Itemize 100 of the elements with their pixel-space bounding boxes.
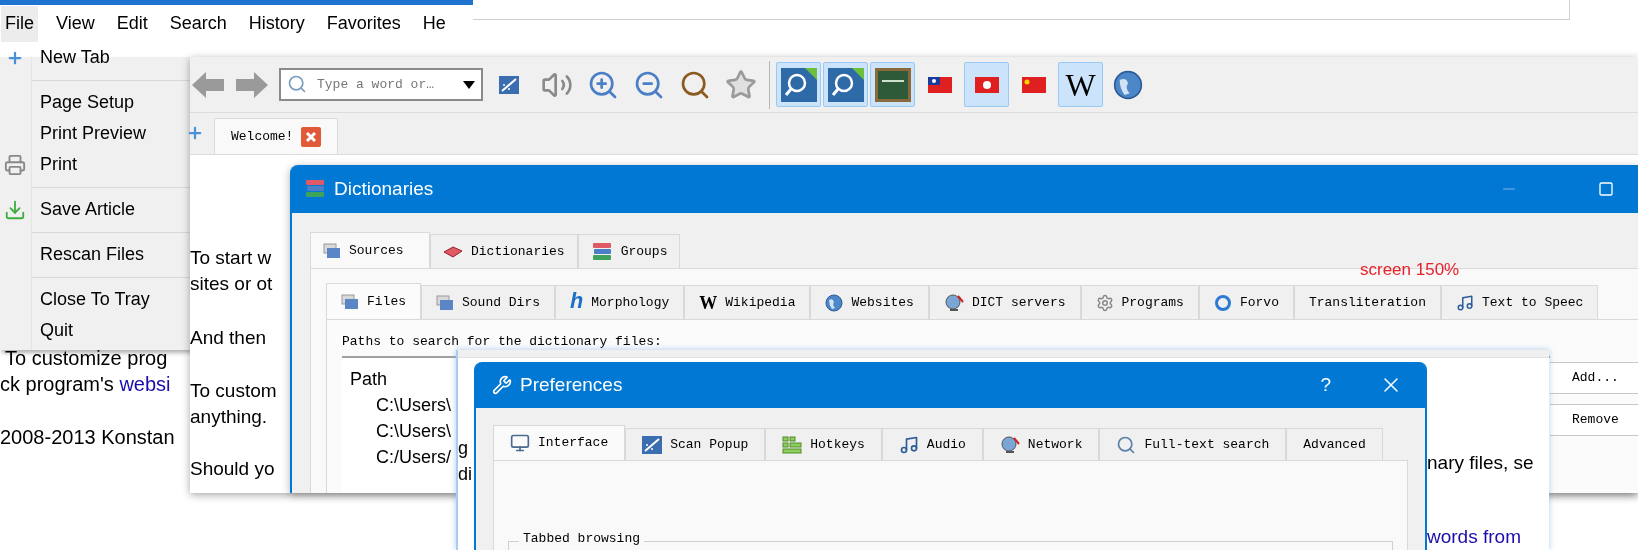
window-title: Dictionaries xyxy=(334,176,434,201)
forward-arrow-icon[interactable] xyxy=(236,70,268,99)
action-button[interactable]: Remove xyxy=(1550,403,1638,436)
tab[interactable]: Audio xyxy=(881,428,983,460)
tab[interactable]: Dictionaries xyxy=(430,234,578,268)
tab[interactable]: Files xyxy=(326,283,421,319)
link[interactable]: websi xyxy=(119,373,171,395)
book-icon xyxy=(443,245,463,258)
dictionary-button[interactable] xyxy=(964,62,1009,107)
dropdown-caret-icon xyxy=(463,81,475,89)
tab[interactable]: Websites xyxy=(810,285,929,319)
plus-icon xyxy=(6,49,24,67)
tab[interactable]: W Wikipedia xyxy=(684,285,811,319)
menu-item[interactable]: Favorites xyxy=(322,5,405,42)
globe-icon xyxy=(825,293,844,312)
menu-item[interactable]: Rescan Files xyxy=(32,239,190,270)
back-arrow-icon[interactable] xyxy=(192,70,224,99)
list-item[interactable]: C:\Users\ xyxy=(376,391,451,418)
logo-icon: W xyxy=(699,293,718,312)
flag-icon xyxy=(927,76,952,93)
keys-icon xyxy=(782,435,803,454)
logo-icon: h xyxy=(570,291,584,314)
tab[interactable]: h Morphology xyxy=(555,285,685,319)
menu-item[interactable]: View xyxy=(52,5,99,42)
printer-icon xyxy=(4,154,26,176)
body-text: To custom xyxy=(190,379,277,403)
wrench-icon xyxy=(492,375,512,395)
magic-wand-icon xyxy=(642,435,663,454)
body-text: anything. xyxy=(190,405,268,429)
download-icon xyxy=(4,199,26,221)
annotation-text: screen 150% xyxy=(1360,261,1460,278)
flag-icon xyxy=(974,76,999,93)
body-text: 2008-2013 Konstan xyxy=(0,425,175,450)
tab[interactable]: Hotkeys xyxy=(765,428,882,460)
tab[interactable]: Sound Dirs xyxy=(421,285,556,319)
tab[interactable]: Scan Popup xyxy=(625,428,766,460)
field-label: Paths to search for the dictionary files: xyxy=(342,333,662,351)
menu-item[interactable]: Edit xyxy=(112,5,152,42)
ring-icon xyxy=(1213,293,1232,312)
menu-item[interactable]: History xyxy=(244,5,309,42)
flag-icon xyxy=(1021,76,1046,93)
new-tab-icon[interactable] xyxy=(186,124,204,142)
magnifier-icon xyxy=(827,67,864,102)
dictionary-button[interactable] xyxy=(823,62,868,107)
body-text: nary files, se xyxy=(1427,451,1534,475)
books-icon xyxy=(590,241,613,262)
tab[interactable]: Text to Speec xyxy=(1441,285,1599,319)
satellite-dish-icon xyxy=(943,293,964,312)
music-note-icon xyxy=(1456,293,1474,312)
list-item[interactable]: C:/Users/ xyxy=(376,443,451,470)
folder-icon xyxy=(323,242,341,259)
body-text: di xyxy=(458,463,472,486)
tab[interactable]: Programs xyxy=(1080,285,1199,319)
magic-wand-icon xyxy=(499,75,519,94)
tab[interactable]: Groups xyxy=(577,234,681,268)
menu-item[interactable]: Close To Tray xyxy=(32,284,190,315)
tab[interactable]: Forvo xyxy=(1198,285,1294,319)
help-button[interactable]: ? xyxy=(1320,370,1331,400)
menu-item[interactable]: File xyxy=(1,5,38,42)
body-text: To start w xyxy=(190,246,272,270)
menu-item[interactable]: Save Article xyxy=(32,194,190,225)
menu-item[interactable]: Print Preview xyxy=(32,118,190,149)
close-icon[interactable] xyxy=(301,126,322,147)
search-field[interactable]: Type a word or… xyxy=(279,68,483,101)
tab[interactable]: Welcome! xyxy=(214,118,339,154)
tab[interactable]: Sources xyxy=(310,232,430,268)
menu-item[interactable]: New Tab xyxy=(32,42,190,73)
dictionary-button[interactable]: W xyxy=(1058,62,1103,107)
action-button[interactable]: Add... xyxy=(1550,361,1638,394)
group-title: Tabbed browsing xyxy=(519,532,645,545)
chalkboard-icon xyxy=(874,67,911,102)
tab[interactable]: DICT servers xyxy=(928,285,1081,319)
dictionary-button[interactable] xyxy=(870,62,915,107)
tab[interactable]: Advanced xyxy=(1286,428,1383,460)
list-item[interactable]: C:\Users\ xyxy=(376,417,451,444)
tab[interactable]: Full-text search xyxy=(1099,428,1287,460)
tab[interactable]: Transliteration xyxy=(1293,285,1441,319)
monitor-icon xyxy=(510,433,530,453)
folder-icon xyxy=(436,294,454,311)
link[interactable]: words from xyxy=(1427,524,1521,550)
column-header: Path xyxy=(350,367,388,391)
body-text: To customize prog xyxy=(4,346,169,371)
body-text: ck program's websi xyxy=(0,372,172,397)
tab[interactable]: Network xyxy=(982,428,1100,460)
menu-item[interactable]: Page Setup xyxy=(32,87,190,118)
menu-item[interactable]: He xyxy=(418,5,450,42)
menu-item[interactable]: Print xyxy=(32,149,190,180)
menu-item[interactable]: Search xyxy=(165,5,231,42)
body-text: g xyxy=(458,437,468,460)
gear-icon xyxy=(1095,293,1114,312)
music-note-icon xyxy=(898,434,919,455)
folder-icon xyxy=(341,293,359,310)
globe-icon xyxy=(1112,69,1143,100)
maximize-icon[interactable] xyxy=(1598,181,1614,197)
body-text: And then xyxy=(190,326,267,350)
tab[interactable]: Interface xyxy=(493,425,626,460)
star-icon[interactable] xyxy=(725,68,757,101)
menu-item[interactable]: Quit xyxy=(32,315,190,346)
search-icon xyxy=(1116,434,1137,455)
dictionary-button[interactable] xyxy=(776,62,821,107)
